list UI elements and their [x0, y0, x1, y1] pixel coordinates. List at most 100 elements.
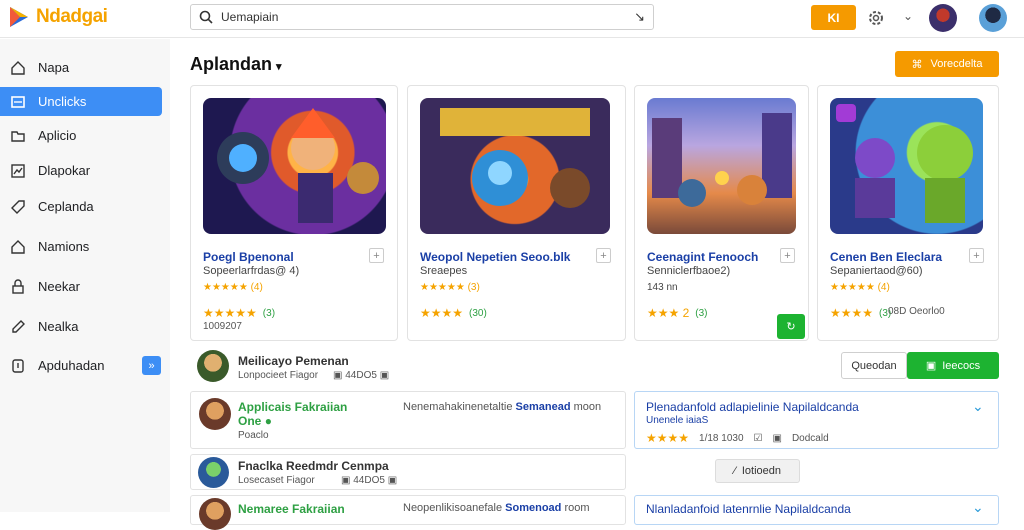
verified-icon: ●: [264, 414, 272, 428]
app-title[interactable]: Cenen Ben Eleclara: [830, 250, 942, 264]
app-title[interactable]: Ceenagint Fenooch: [647, 250, 758, 264]
page-title[interactable]: Aplandan ▾: [190, 54, 282, 75]
sidebar-item-namions[interactable]: Namions: [0, 232, 162, 261]
chart-icon: [11, 163, 25, 178]
top-bar: Ndadgai ↘ KI ⌄: [0, 0, 1024, 38]
image-icon: ▣: [341, 475, 351, 486]
list-item[interactable]: Applicais Fakraiian One ● Poaclo Nenemah…: [190, 391, 626, 449]
sidebar-item-ceplanda[interactable]: Ceplanda: [0, 192, 162, 221]
list-item-title[interactable]: Meilicayo Pemenan: [238, 354, 349, 368]
image-icon: ▣: [772, 432, 782, 444]
avatar: [199, 398, 231, 430]
avatar[interactable]: [929, 4, 957, 32]
list-item-sub: Poaclo: [238, 430, 269, 441]
app-card[interactable]: Weopol Nepetien Seoo.blk + Sreaepes ★★★★…: [407, 85, 626, 341]
game-art-icon: [440, 108, 590, 208]
app-thumbnail[interactable]: [420, 98, 610, 234]
search-box[interactable]: ↘: [190, 4, 654, 30]
sidebar-item-label: Nealka: [38, 319, 79, 334]
rating-small: ★★★★★ (3): [420, 282, 480, 293]
app-card[interactable]: Poegl Bpenonal + Sopeerlarfrdas@ 4) ★★★★…: [190, 85, 398, 341]
sidebar-item-label: Unclicks: [38, 94, 87, 109]
image-icon: ▣: [333, 370, 343, 381]
square-icon: [11, 95, 25, 108]
list-item-text: Neopenlikisoanefale Somenoad room: [403, 502, 590, 514]
caret-icon: ▾: [276, 61, 282, 73]
mic-icon[interactable]: ↘: [634, 9, 645, 25]
rating-small: 143 nn: [647, 282, 678, 293]
primary-button[interactable]: ▣ Ieecocs: [907, 352, 999, 379]
list-item-text: Nenemahakinenetaltie Semanead moon: [403, 401, 602, 413]
chevron-down-icon[interactable]: ⌄: [972, 499, 984, 516]
chevron-down-icon[interactable]: ⌄: [972, 398, 984, 415]
search-icon: [199, 10, 213, 24]
list-item[interactable]: Nemaree Fakraiian Neopenlikisoanefale So…: [190, 495, 626, 530]
sidebar-item-neekar[interactable]: Neekar: [0, 272, 162, 301]
add-icon[interactable]: +: [969, 248, 984, 263]
list-item-sub: Losecaset Fiagor: [238, 475, 315, 486]
list-item-meta: ★★★★ 1/18 1030 ☑ ▣ Dodcald: [646, 431, 829, 445]
app-thumbnail[interactable]: [203, 98, 386, 234]
app-thumbnail[interactable]: [830, 98, 983, 234]
sidebar-item-apduhadan[interactable]: Apduhadan: [0, 351, 162, 380]
play-logo-icon: [10, 7, 28, 27]
download-count: 08D Oeorlo0: [888, 306, 945, 317]
search-input[interactable]: [221, 10, 627, 24]
list-item-sub: Lonpocieet Fiagor: [238, 370, 319, 381]
pin-icon: ⁄: [734, 465, 736, 477]
avatar: [199, 498, 231, 530]
gear-icon[interactable]: [866, 8, 886, 28]
app-subtitle: Sopeerlarfrdas@ 4): [203, 265, 300, 277]
sidebar-item-aplicio[interactable]: Aplicio: [0, 121, 162, 150]
list-item-sub: Unenele iaiaS: [646, 415, 709, 426]
orange-action-button[interactable]: KI: [811, 5, 856, 30]
rating-small: ★★★★★ (4): [830, 282, 890, 293]
add-icon[interactable]: +: [369, 248, 384, 263]
app-subtitle: Senniclerfbaoe2): [647, 265, 731, 277]
sidebar-item-label: Aplicio: [38, 128, 77, 143]
rating: ★★★★ (30): [420, 306, 487, 320]
rating: ★★★★★ (3): [203, 306, 276, 320]
sidebar-item-label: Neekar: [38, 279, 80, 294]
app-card[interactable]: Cenen Ben Eleclara + Sepaniertaod@60) ★★…: [817, 85, 999, 341]
add-icon[interactable]: +: [596, 248, 611, 263]
add-icon[interactable]: +: [780, 248, 795, 263]
list-item[interactable]: Nlanladanfoid latenrnlie Napilaldcanda ⌄: [634, 495, 999, 525]
rating: ★★★★ (3): [830, 306, 892, 320]
avatar[interactable]: [197, 350, 229, 382]
game-art-icon: [217, 108, 379, 223]
install-icon[interactable]: ↻: [777, 314, 805, 339]
sidebar-item-unclicks[interactable]: Unclicks: [0, 87, 162, 116]
app-title[interactable]: Poegl Bpenonal: [203, 250, 294, 264]
image-icon: ▣: [387, 475, 398, 486]
lock-icon: [12, 278, 24, 294]
list-item[interactable]: Fnaclka Reedmdr Cenmpa Losecaset Fiagor …: [190, 454, 626, 490]
avatar[interactable]: [979, 4, 1007, 32]
section-action-button[interactable]: ⌘ Vorecdelta: [895, 51, 999, 77]
key-icon: ⌘: [911, 58, 923, 71]
sidebar-item-nealka[interactable]: Nealka: [0, 312, 162, 341]
app-thumbnail[interactable]: [647, 98, 796, 234]
sidebar-item-label: Napa: [38, 60, 70, 75]
folder-icon: [11, 130, 25, 142]
chevron-down-icon[interactable]: ⌄: [903, 9, 913, 23]
avatar: [198, 457, 229, 488]
game-art-icon: [836, 104, 973, 223]
app-card[interactable]: Ceenagint Fenooch + Senniclerfbaoe2) 143…: [634, 85, 809, 341]
home-icon: [11, 239, 25, 254]
list-item-title: Fnaclka Reedmdr Cenmpa: [238, 459, 389, 473]
app-title[interactable]: Weopol Nepetien Seoo.blk: [420, 250, 570, 264]
secondary-button[interactable]: Queodan: [841, 352, 907, 379]
sidebar-item-dlapokar[interactable]: Dlapokar: [0, 156, 162, 185]
game-art-icon: [652, 113, 792, 207]
list-item-meta: ▣ 44DO5 ▣: [333, 370, 390, 381]
secondary-button[interactable]: ⁄ Iotioedn: [715, 459, 800, 483]
list-item[interactable]: Plenadanfold adlapielinie Napilaldcanda …: [634, 391, 999, 449]
sidebar-item-napa[interactable]: Napa: [0, 53, 162, 82]
home-icon: [11, 60, 25, 75]
sidebar: Napa Unclicks Aplicio Dlapokar Ceplanda …: [0, 39, 170, 512]
checkbox-icon: ☑: [753, 432, 763, 444]
list-item-title: Applicais Fakraiian: [238, 400, 348, 414]
sidebar-badge[interactable]: »: [142, 356, 161, 375]
app-logo[interactable]: Ndadgai: [8, 6, 108, 28]
